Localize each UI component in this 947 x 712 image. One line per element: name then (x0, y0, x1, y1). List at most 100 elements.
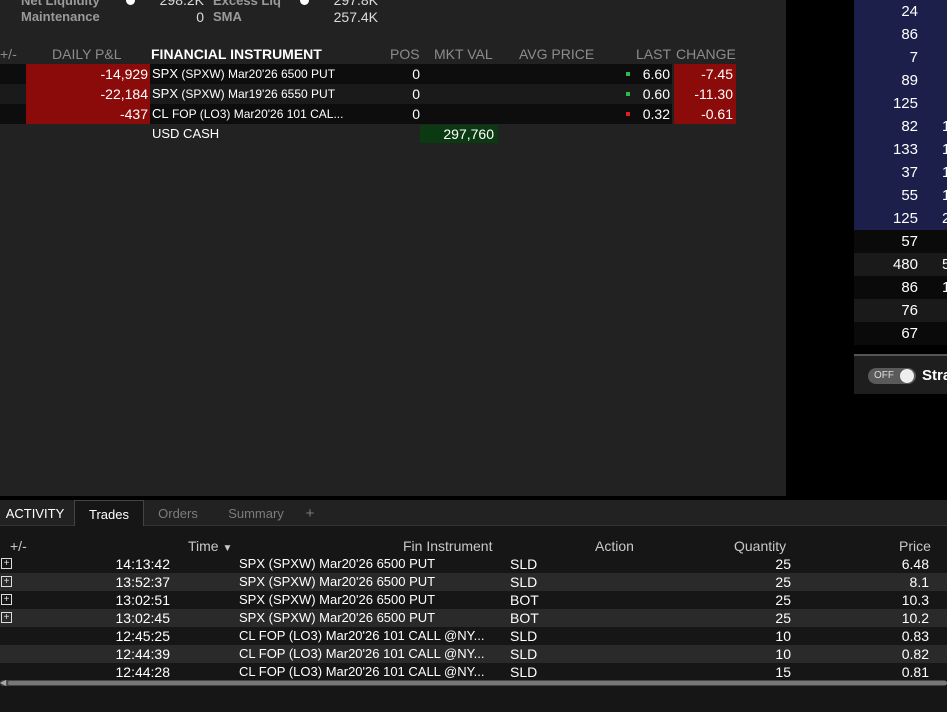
sort-desc-icon: ▼ (222, 543, 233, 554)
col-price[interactable]: Price (899, 536, 931, 556)
trade-time: 12:44:28 (115, 664, 171, 680)
tab-activity[interactable]: ACTIVITY (0, 500, 70, 526)
right-value-row[interactable]: 125 2 (854, 207, 947, 230)
last-price-cell: 0.60 (642, 86, 670, 102)
right-value-row[interactable]: 86 1 (854, 276, 947, 299)
trade-time: 12:45:25 (115, 628, 171, 644)
right-value: 55 (901, 187, 918, 204)
trade-time: 12:44:39 (115, 646, 171, 662)
trade-row[interactable]: +13:02:45 SPX (SPXW) Mar20'26 6500 PUT BOT… (0, 609, 947, 627)
position-row[interactable]: -437 CL FOP (LO3) Mar20'26 101 CAL... 0 … (0, 104, 740, 124)
col-daily-pnl[interactable]: DAILY P&L (52, 46, 122, 62)
expand-row-icon[interactable]: + (1, 612, 12, 623)
instrument-detail: (SPXW) Mar19'26 6550 PUT (178, 87, 336, 101)
add-tab-button[interactable]: + (300, 500, 320, 526)
sma-value: 257.4K (333, 9, 378, 25)
info-dot-icon[interactable] (300, 0, 309, 5)
cash-row[interactable]: USD CASH 297,760 (0, 124, 740, 144)
daily-pnl-cell: -14,929 (26, 64, 150, 84)
position-row[interactable]: -22,184 SPX (SPXW) Mar19'26 6550 PUT 0 0… (0, 84, 740, 104)
trade-quantity: 25 (775, 574, 791, 590)
col-avg-price[interactable]: AVG PRICE (519, 46, 594, 62)
right-value-extra (942, 69, 947, 92)
right-value: 82 (901, 118, 918, 135)
expand-row-icon[interactable]: + (1, 558, 12, 569)
right-value-extra: 1 (942, 141, 947, 158)
trade-instrument: CL FOP (LO3) Mar20'26 101 CALL @NY... (239, 664, 485, 679)
right-value-row[interactable]: 37 1 (854, 161, 947, 184)
position-row[interactable]: -14,929 SPX (SPXW) Mar20'26 6500 PUT 0 6… (0, 64, 740, 84)
right-value-row[interactable]: 480 5 (854, 253, 947, 276)
change-cell: -11.30 (674, 84, 736, 104)
right-value: 480 (892, 256, 918, 273)
col-mkt-val[interactable]: MKT VAL (434, 46, 493, 62)
col-plus-minus[interactable]: +/- (0, 46, 17, 62)
col-quantity[interactable]: Quantity (734, 536, 786, 556)
toggle-knob[interactable] (900, 369, 914, 383)
right-value: 86 (901, 279, 918, 296)
right-value-row[interactable]: 89 (854, 69, 947, 92)
right-value-row[interactable]: 133 1 (854, 138, 947, 161)
right-value-row[interactable]: 55 1 (854, 184, 947, 207)
scrollbar-thumb[interactable] (8, 681, 947, 685)
right-value-row[interactable]: 76 (854, 299, 947, 322)
trade-action: BOT (510, 610, 539, 626)
trade-action: SLD (510, 574, 538, 590)
right-value-row[interactable]: 125 (854, 92, 947, 115)
col-last[interactable]: LAST (636, 46, 671, 62)
right-value: 7 (909, 49, 918, 66)
right-value-extra: 1 (942, 279, 947, 296)
trade-row[interactable]: 12:44:28 CL FOP (LO3) Mar20'26 101 CALL @… (0, 663, 947, 681)
right-value-row[interactable]: 82 1 (854, 115, 947, 138)
right-value: 76 (901, 302, 918, 319)
toggle-state-label: OFF (874, 370, 894, 381)
trade-row[interactable]: 12:44:39 CL FOP (LO3) Mar20'26 101 CALL @… (0, 645, 947, 663)
trade-row[interactable]: +13:02:51 SPX (SPXW) Mar20'26 6500 PUT BOT… (0, 591, 947, 609)
col-plus-minus[interactable]: +/- (10, 536, 27, 556)
trade-price: 10.2 (901, 610, 929, 626)
trade-time: 13:02:45 (115, 610, 171, 626)
trade-instrument: SPX (SPXW) Mar20'26 6500 PUT (239, 592, 436, 607)
right-value-extra (942, 322, 947, 345)
trade-row[interactable]: +13:52:37 SPX (SPXW) Mar20'26 6500 PUT SLD… (0, 573, 947, 591)
right-value: 125 (892, 210, 918, 227)
right-value-row[interactable]: 67 (854, 322, 947, 345)
col-fin-instrument[interactable]: Fin Instrument (403, 536, 492, 556)
trade-quantity: 10 (775, 646, 791, 662)
right-value-extra (942, 23, 947, 46)
row-marker (0, 84, 26, 104)
col-financial-instrument[interactable]: FINANCIAL INSTRUMENT (151, 46, 322, 62)
trades-header-row: +/- Time ▼ Fin Instrument Action Quantit… (0, 536, 947, 556)
col-pos[interactable]: POS (390, 46, 420, 62)
col-change[interactable]: CHANGE (676, 46, 736, 62)
right-value-row[interactable]: 57 (854, 230, 947, 253)
right-value-row[interactable]: 7 (854, 46, 947, 69)
tab-trades[interactable]: Trades (74, 500, 144, 526)
trade-row[interactable]: 12:45:25 CL FOP (LO3) Mar20'26 101 CALL @… (0, 627, 947, 645)
pos-cell: 0 (412, 86, 420, 102)
instrument-symbol: SPX (152, 66, 179, 81)
col-action[interactable]: Action (595, 536, 634, 556)
info-dot-icon[interactable] (126, 0, 135, 5)
trade-instrument: CL FOP (LO3) Mar20'26 101 CALL @NY... (239, 646, 485, 661)
tab-orders[interactable]: Orders (146, 500, 210, 526)
tab-summary[interactable]: Summary (214, 500, 298, 526)
scroll-left-arrow-icon[interactable]: ◀ (0, 678, 6, 687)
right-value-extra (942, 92, 947, 115)
right-value: 125 (892, 95, 918, 112)
right-value-row[interactable]: 24 (854, 0, 947, 23)
expand-row-icon[interactable]: + (1, 576, 12, 587)
expand-row-icon[interactable]: + (1, 594, 12, 605)
right-value-row[interactable]: 86 (854, 23, 947, 46)
right-value-extra: 1 (942, 118, 947, 135)
pos-cell: 0 (412, 106, 420, 122)
right-value: 133 (892, 141, 918, 158)
net-liquidity-label: Net Liquidity (21, 0, 100, 8)
right-value-extra (942, 230, 947, 253)
instrument-symbol: CL (152, 106, 169, 121)
instrument-detail: (SPXW) Mar20'26 6500 PUT (178, 67, 336, 81)
trade-row[interactable]: +14:13:42 SPX (SPXW) Mar20'26 6500 PUT SLD… (0, 555, 947, 573)
trade-time: 13:02:51 (115, 592, 171, 608)
right-value-extra: 5 (942, 256, 947, 273)
trade-quantity: 25 (775, 556, 791, 572)
